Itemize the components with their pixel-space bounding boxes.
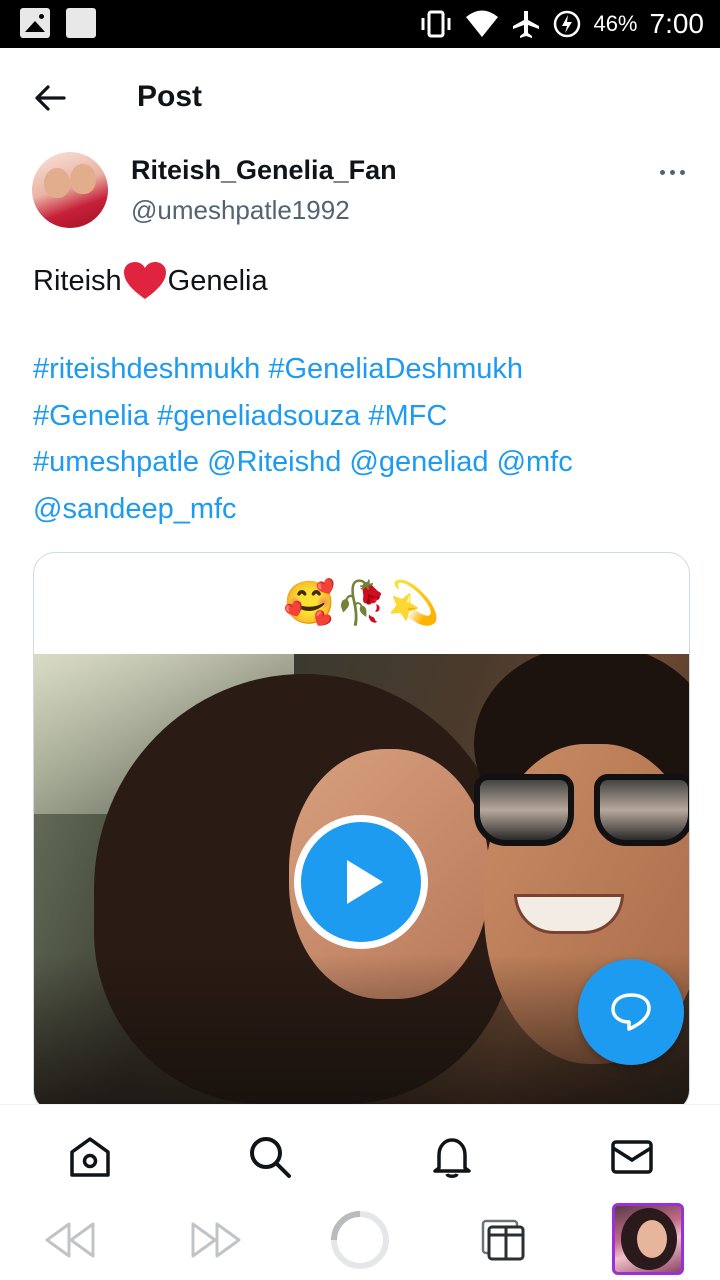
tabs-button[interactable] [472, 1208, 536, 1272]
fast-forward-button[interactable] [184, 1208, 248, 1272]
nav-notifications[interactable] [428, 1133, 476, 1181]
author-handle[interactable]: @umeshpatle1992 [131, 195, 350, 226]
fast-forward-icon [191, 1222, 241, 1258]
nav-search[interactable] [246, 1133, 294, 1181]
rewind-icon [45, 1222, 95, 1258]
tabs-icon [481, 1219, 525, 1261]
arrow-left-icon [35, 85, 66, 111]
wifi-icon [465, 10, 499, 38]
post-text-part: Riteish [33, 265, 122, 297]
nav-home[interactable] [66, 1133, 114, 1181]
nav-messages[interactable] [608, 1133, 656, 1181]
bell-icon [433, 1138, 471, 1178]
mention-link[interactable]: @mfc [497, 446, 573, 478]
header: Post [0, 48, 720, 148]
reload-icon [331, 1211, 389, 1269]
browser-bar [0, 1200, 720, 1280]
media-caption-emoji: 🥰🥀💫 [283, 579, 440, 626]
battery-charging-icon [553, 10, 581, 38]
mention-link[interactable]: @geneliad [349, 446, 488, 478]
reload-button[interactable] [328, 1208, 392, 1272]
more-horizontal-icon [659, 169, 665, 175]
hashtag-link[interactable]: #GeneliaDeshmukh [268, 353, 523, 385]
more-options-button[interactable] [652, 158, 692, 186]
avatar[interactable] [32, 152, 108, 228]
reply-fab-button[interactable] [578, 959, 684, 1065]
page-title: Post [137, 80, 203, 113]
tab-thumbnail[interactable] [612, 1203, 684, 1275]
post-text-part: Genelia [167, 265, 268, 297]
battery-percent: 46% [593, 11, 638, 36]
play-button[interactable] [294, 815, 428, 949]
vibrate-icon [419, 9, 453, 39]
rewind-button[interactable] [38, 1208, 102, 1272]
image-icon [20, 8, 50, 38]
hashtags: #riteishdeshmukh #GeneliaDeshmukh #Genel… [33, 346, 693, 532]
heart-icon [123, 262, 166, 299]
mention-link[interactable]: @sandeep_mfc [33, 493, 237, 525]
bottom-nav [0, 1104, 720, 1200]
author-name[interactable]: Riteish_Genelia_Fan [131, 155, 397, 186]
status-bar: 46% 7:00 [0, 0, 720, 48]
hashtag-link[interactable]: #riteishdeshmukh [33, 353, 260, 385]
hashtag-link[interactable]: #umeshpatle [33, 446, 199, 478]
hashtag-link[interactable]: #Genelia [33, 400, 149, 432]
back-button[interactable] [28, 80, 72, 116]
reply-bubble-icon [611, 993, 651, 1031]
airplane-icon [511, 9, 541, 39]
hashtag-link[interactable]: #MFC [368, 400, 447, 432]
home-icon [70, 1137, 110, 1177]
mail-icon [611, 1140, 653, 1174]
clock: 7:00 [649, 8, 705, 39]
mention-link[interactable]: @Riteishd [207, 446, 341, 478]
hashtag-link[interactable]: #geneliadsouza [157, 400, 360, 432]
play-icon [347, 860, 383, 904]
post-text: Riteish Genelia [33, 258, 693, 304]
square-icon [66, 8, 96, 38]
search-icon [250, 1137, 291, 1178]
